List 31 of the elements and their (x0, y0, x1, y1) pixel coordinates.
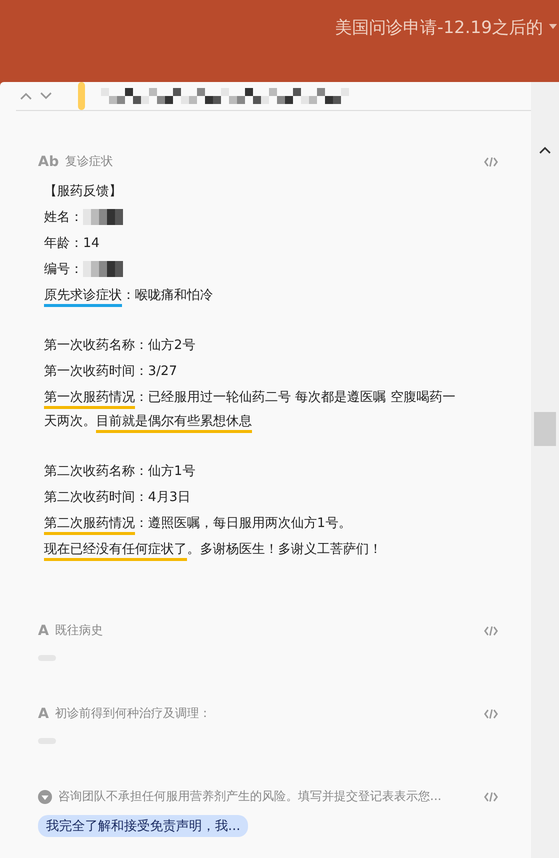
scroll-thumb[interactable] (534, 412, 556, 446)
text-line: 编号： (44, 258, 464, 282)
text-line: 第一次服药情况：已经服用过一轮仙药二号 每次都是遵医嘱 空腹喝药一天两次。目前就是偶尔有些累想休息 (44, 386, 464, 434)
text-line: 第一次收药时间：3/27 (44, 363, 178, 381)
code-icon[interactable] (484, 626, 498, 636)
code-icon[interactable] (484, 708, 498, 718)
text-line: 第二次服药情况：遵照医嘱，每日服用两次仙方1号。 (44, 512, 464, 536)
up-icon[interactable] (539, 146, 551, 154)
text-line: 姓名： (44, 206, 464, 230)
status-bar-marker (78, 82, 85, 110)
scrollbar[interactable] (531, 82, 559, 858)
field-label: 复诊症状 (64, 153, 114, 170)
text-line: 第二次收药时间：4月3日 (44, 489, 192, 507)
code-icon[interactable] (484, 156, 498, 166)
option-tag[interactable]: 我完全了解和接受免责声明，我... (38, 815, 248, 837)
field-type-icon: A (38, 706, 49, 720)
text-line: 现在已经没有任何症状了。多谢杨医生！多谢义工菩萨们！ (44, 538, 464, 562)
text-line: 第二次收药名称：仙方1号 (44, 463, 196, 481)
caret-icon[interactable] (549, 24, 557, 30)
document-title[interactable]: 美国问诊申请-12.19之后的 (335, 16, 543, 39)
field-label: 初诊前得到何种治疗及调理： (54, 705, 212, 722)
text-line: 【服药反馈】 (44, 183, 123, 201)
text-line: 原先求诊症状：喉咙痛和怕冷 (44, 284, 464, 308)
field-label: 既往病史 (54, 622, 104, 639)
field-type-icon: Ab (38, 154, 59, 168)
field-label: 咨询团队不承担任何服用营养剂产生的风险。填写并提交登记表表示您... (58, 788, 442, 805)
code-icon[interactable] (484, 792, 498, 802)
text-line: 年龄：14 (44, 235, 101, 253)
text-line: 第一次收药名称：仙方2号 (44, 337, 196, 355)
field-type-icon: A (38, 624, 49, 638)
down-icon[interactable] (40, 92, 52, 100)
